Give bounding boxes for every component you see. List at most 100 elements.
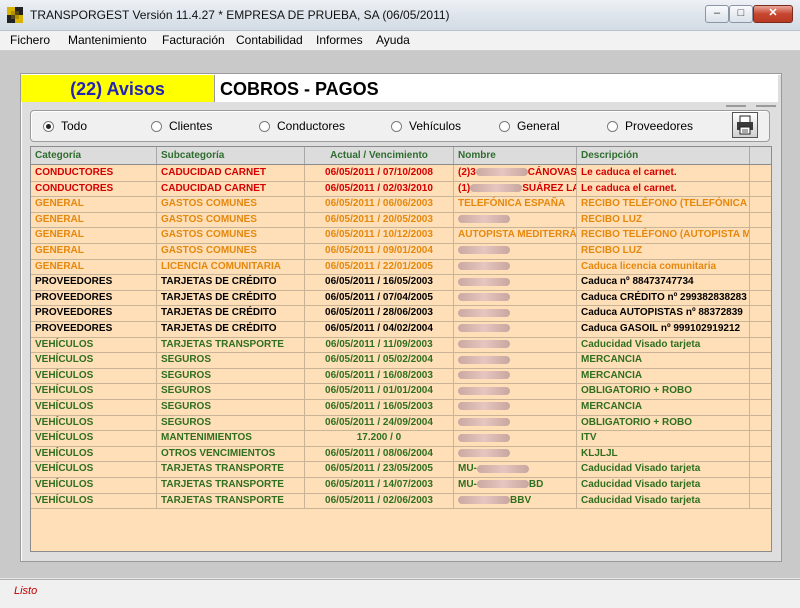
close-button[interactable]: ✕ xyxy=(753,5,793,23)
cell-extra xyxy=(750,399,771,415)
cell-vencimiento: 06/05/2011 / 11/09/2003 xyxy=(305,336,454,353)
cell-subcategoria: TARJETAS DE CRÉDITO xyxy=(157,289,305,306)
cell-categoria: CONDUCTORES xyxy=(31,180,157,197)
table-row[interactable]: VEHÍCULOS OTROS VENCIMIENTOS 06/05/2011 / … xyxy=(31,445,771,463)
table-row[interactable]: GENERAL GASTOS COMUNES 06/05/2011 / 09/01/… xyxy=(31,243,771,260)
cell-subcategoria: GASTOS COMUNES xyxy=(157,243,305,259)
table-row[interactable]: VEHÍCULOS TARJETAS TRANSPORTE 06/05/2011 /… xyxy=(31,461,771,478)
cell-categoria: VEHÍCULOS xyxy=(31,492,157,509)
print-button[interactable] xyxy=(732,112,758,138)
redacted-name xyxy=(458,277,510,286)
cell-extra xyxy=(750,352,771,368)
table-row[interactable]: VEHÍCULOS SEGUROS 06/05/2011 / 05/02/2004 M… xyxy=(31,352,771,369)
cell-descripcion: Caducidad Visado tarjeta xyxy=(577,336,750,353)
radio-icon xyxy=(259,121,270,132)
status-bar: Listo xyxy=(0,579,800,608)
table-row[interactable]: GENERAL GASTOS COMUNES 06/05/2011 / 06/06/… xyxy=(31,196,771,213)
table-row[interactable]: PROVEEDORES TARJETAS DE CRÉDITO 06/05/2011… xyxy=(31,305,771,322)
redacted-name xyxy=(458,371,510,380)
nombre-prefix: (1) xyxy=(458,182,471,194)
table-row[interactable]: PROVEEDORES TARJETAS DE CRÉDITO 06/05/2011… xyxy=(31,321,771,338)
table-row[interactable]: VEHÍCULOS SEGUROS 06/05/2011 / 24/09/2004 O… xyxy=(31,414,771,432)
menu-fichero[interactable]: Fichero xyxy=(10,33,50,47)
cell-descripcion: KLJLJL xyxy=(577,445,750,462)
column-header-descripcion[interactable]: Descripción xyxy=(577,147,750,164)
cell-descripcion: Caduca GASOIL nº 999102919212 xyxy=(577,321,750,337)
menu-ayuda[interactable]: Ayuda xyxy=(376,33,410,47)
cell-descripcion: Caducidad Visado tarjeta xyxy=(577,477,750,493)
cell-vencimiento: 17.200 / 0 xyxy=(305,430,454,446)
cell-subcategoria: TARJETAS TRANSPORTE xyxy=(157,477,305,493)
table-row[interactable]: VEHÍCULOS TARJETAS TRANSPORTE 06/05/2011 /… xyxy=(31,336,771,354)
menu-informes[interactable]: Informes xyxy=(316,33,363,47)
table-row[interactable]: PROVEEDORES TARJETAS DE CRÉDITO 06/05/2011… xyxy=(31,289,771,307)
cell-categoria: CONDUCTORES xyxy=(31,165,157,181)
column-header-extra xyxy=(750,147,771,164)
avisos-table[interactable]: Categoría Subcategoría Actual / Vencimie… xyxy=(30,146,772,552)
table-row[interactable]: VEHÍCULOS TARJETAS TRANSPORTE 06/05/2011 /… xyxy=(31,477,771,494)
table-row[interactable]: CONDUCTORES CADUCIDAD CARNET 06/05/2011 / … xyxy=(31,180,771,198)
cell-extra xyxy=(750,290,771,306)
menu-mantenimiento[interactable]: Mantenimiento xyxy=(68,33,147,47)
minimize-button[interactable]: – xyxy=(705,5,729,23)
menu-facturacion[interactable]: Facturación xyxy=(162,33,225,47)
column-header-categoria[interactable]: Categoría xyxy=(31,147,157,164)
splitter-handle[interactable] xyxy=(726,104,776,108)
cell-extra xyxy=(750,430,771,446)
nombre-suffix: CÁNOVAS xyxy=(527,167,577,178)
redacted-name xyxy=(458,433,510,442)
cell-categoria: GENERAL xyxy=(31,211,157,228)
cell-vencimiento: 06/05/2011 / 07/10/2008 xyxy=(305,165,454,181)
maximize-button[interactable]: □ xyxy=(729,5,753,23)
filter-bar: Todo Clientes Conductores Vehículos Gene… xyxy=(30,110,770,142)
window-title: TRANSPORGEST Versión 11.4.27 * EMPRESA D… xyxy=(30,8,450,22)
cell-descripcion: ITV xyxy=(577,430,750,446)
cell-subcategoria: GASTOS COMUNES xyxy=(157,196,305,212)
cell-vencimiento: 06/05/2011 / 16/05/2003 xyxy=(305,399,454,415)
cell-descripcion: RECIBO LUZ xyxy=(577,243,750,259)
cell-nombre: MU- BD xyxy=(454,477,577,493)
cell-vencimiento: 06/05/2011 / 01/01/2004 xyxy=(305,383,454,399)
cell-descripcion: MERCANCIA xyxy=(577,367,750,384)
cell-categoria: VEHÍCULOS xyxy=(31,352,157,368)
table-row[interactable]: VEHÍCULOS TARJETAS TRANSPORTE 06/05/2011 /… xyxy=(31,492,771,510)
table-row[interactable]: GENERAL GASTOS COMUNES 06/05/2011 / 10/12/… xyxy=(31,227,771,244)
table-row[interactable]: VEHÍCULOS SEGUROS 06/05/2011 / 16/05/2003 M… xyxy=(31,399,771,416)
table-row[interactable]: GENERAL GASTOS COMUNES 06/05/2011 / 20/05/… xyxy=(31,211,771,229)
cell-vencimiento: 06/05/2011 / 07/04/2005 xyxy=(305,289,454,306)
redacted-name xyxy=(458,495,510,504)
cell-vencimiento: 06/05/2011 / 02/06/2003 xyxy=(305,492,454,509)
column-header-subcategoria[interactable]: Subcategoría xyxy=(157,147,305,164)
avisos-badge[interactable]: (22) Avisos xyxy=(21,75,215,102)
nombre-suffix: SUÁREZ LA xyxy=(522,182,577,194)
cell-extra xyxy=(750,227,771,243)
cell-extra xyxy=(750,383,771,399)
title-bar[interactable]: TRANSPORGEST Versión 11.4.27 * EMPRESA D… xyxy=(0,0,800,31)
nombre-prefix: MU- xyxy=(458,463,477,475)
table-row[interactable]: VEHÍCULOS MANTENIMIENTOS 17.200 / 0 ITV xyxy=(31,430,771,447)
cell-categoria: GENERAL xyxy=(31,258,157,275)
cell-subcategoria: SEGUROS xyxy=(157,414,305,431)
cell-nombre: (1) SUÁREZ LA xyxy=(454,180,577,197)
cell-extra xyxy=(750,259,771,275)
cell-vencimiento: 06/05/2011 / 02/03/2010 xyxy=(305,180,454,197)
redacted-name xyxy=(458,215,510,224)
menu-contabilidad[interactable]: Contabilidad xyxy=(236,33,303,47)
table-row[interactable]: CONDUCTORES CADUCIDAD CARNET 06/05/2011 / … xyxy=(31,165,771,182)
cell-categoria: GENERAL xyxy=(31,196,157,212)
cell-subcategoria: TARJETAS DE CRÉDITO xyxy=(157,274,305,290)
column-header-nombre[interactable]: Nombre xyxy=(454,147,577,164)
table-row[interactable]: PROVEEDORES TARJETAS DE CRÉDITO 06/05/2011… xyxy=(31,274,771,291)
column-header-vencimiento[interactable]: Actual / Vencimiento xyxy=(305,147,454,164)
filter-label: Conductores xyxy=(277,119,346,133)
cell-descripcion: Caduca AUTOPISTAS nº 88372839 xyxy=(577,305,750,321)
table-row[interactable]: VEHÍCULOS SEGUROS 06/05/2011 / 01/01/2004 O… xyxy=(31,383,771,400)
table-row[interactable]: GENERAL LICENCIA COMUNITARIA 06/05/2011 / … xyxy=(31,258,771,276)
filter-label: Vehículos xyxy=(409,119,462,133)
redacted-name xyxy=(458,417,510,426)
cell-descripcion: Caduca nº 88473747734 xyxy=(577,274,750,290)
table-row[interactable]: VEHÍCULOS SEGUROS 06/05/2011 / 16/08/2003 M… xyxy=(31,367,771,385)
cell-extra xyxy=(750,477,771,493)
cell-categoria: PROVEEDORES xyxy=(31,305,157,321)
nombre-prefix: AUTOPISTA MEDITERRÁ xyxy=(458,229,577,241)
